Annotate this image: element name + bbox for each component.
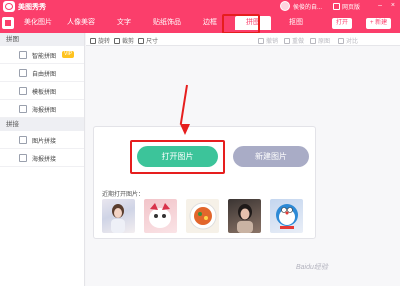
redo-icon [284, 37, 290, 44]
sidebar-item-label: 海报拼图 [32, 108, 57, 114]
open-image-button[interactable]: 打开图片 [137, 146, 218, 167]
open-button[interactable]: 打开 [332, 18, 353, 29]
compare-label: 对比 [346, 39, 359, 45]
pet-photo-icon [149, 203, 171, 228]
rotate-label: 旋转 [98, 39, 111, 45]
recent-thumbnail[interactable] [144, 199, 177, 233]
recent-thumbnail[interactable] [102, 199, 135, 233]
template-collage-icon [19, 87, 27, 95]
app-logo [3, 1, 15, 12]
web-version-link[interactable]: 网页版 [332, 2, 360, 11]
sidebar-item-poster-collage[interactable]: 海报拼图 [0, 100, 84, 118]
user-account[interactable]: 侯俊的自... [279, 1, 322, 11]
new-button[interactable]: + 新建 [366, 18, 392, 29]
tab-portrait[interactable]: 人像美容 [63, 16, 99, 30]
sidebar-item-image-stitch[interactable]: 图片拼接 [0, 131, 84, 149]
girl-photo-icon [111, 204, 125, 233]
tab-text[interactable]: 文字 [106, 16, 142, 30]
size-icon [138, 37, 144, 44]
recent-images-label: 近期打开图片： [102, 192, 145, 198]
sidebar-item-label: 海报拼接 [32, 157, 57, 163]
home-icon[interactable] [2, 17, 14, 29]
sidebar-section-stitch: 拼接 [0, 118, 84, 131]
avatar [279, 1, 290, 11]
original-tool[interactable]: 原图 [310, 36, 330, 45]
watermark: Baidu经验 [296, 264, 328, 271]
undo-tool[interactable]: 撤销 [258, 36, 278, 45]
nav-tabs: 美化图片 人像美容 文字 贴纸饰品 边框 拼图 抠图 [20, 16, 321, 30]
food-photo-icon [189, 202, 217, 230]
sidebar-item-template-collage[interactable]: 模板拼图 [0, 82, 84, 100]
redo-tool[interactable]: 重做 [284, 36, 304, 45]
portrait-photo-icon [237, 204, 253, 233]
sidebar-item-label: 图片拼接 [32, 139, 57, 145]
free-collage-icon [19, 69, 27, 77]
vip-badge: VIP [62, 51, 75, 58]
tab-collage[interactable]: 拼图 [235, 16, 271, 30]
recent-thumbnail[interactable] [228, 199, 261, 233]
tab-beautify[interactable]: 美化图片 [20, 16, 56, 30]
poster-collage-icon [19, 105, 27, 113]
app-title: 美图秀秀 [18, 4, 46, 11]
sidebar-item-poster-stitch[interactable]: 海报拼接 [0, 149, 84, 167]
smart-collage-icon [19, 51, 27, 59]
size-tool[interactable]: 尺寸 [138, 36, 158, 45]
sidebar-item-label: 自由拼图 [32, 72, 57, 78]
main-nav: 美化图片 人像美容 文字 贴纸饰品 边框 拼图 抠图 打开 + 新建 [0, 13, 400, 33]
crop-label: 裁剪 [122, 39, 135, 45]
minimize-button[interactable]: – [378, 2, 382, 10]
sidebar-item-label: 智能拼图 [32, 54, 57, 60]
rotate-icon [90, 37, 96, 44]
crop-icon [114, 37, 120, 44]
tab-border[interactable]: 边框 [192, 16, 228, 30]
size-label: 尺寸 [146, 39, 159, 45]
doraemon-photo-icon [276, 204, 298, 229]
sidebar-item-free-collage[interactable]: 自由拼图 [0, 64, 84, 82]
compare-tool[interactable]: 对比 [338, 36, 358, 45]
sidebar-item-smart-collage[interactable]: 智能拼图 VIP [0, 46, 84, 64]
edit-toolbar: 旋转 裁剪 尺寸 撤销 重做 原图 对比 [86, 33, 400, 46]
new-image-button[interactable]: 新建图片 [233, 146, 309, 167]
monitor-icon [332, 3, 340, 10]
poster-stitch-icon [19, 154, 27, 162]
username: 侯俊的自... [292, 4, 322, 11]
tab-stickers[interactable]: 贴纸饰品 [149, 16, 185, 30]
tab-cutout[interactable]: 抠图 [278, 16, 314, 30]
original-icon [310, 37, 316, 44]
close-button[interactable]: × [391, 2, 395, 10]
original-label: 原图 [318, 39, 331, 45]
compare-icon [338, 37, 344, 44]
annotation-arrow-head [180, 124, 190, 135]
recent-thumbnail[interactable] [186, 199, 219, 233]
rotate-tool[interactable]: 旋转 [90, 36, 110, 45]
sidebar: 拼图 智能拼图 VIP 自由拼图 模板拼图 海报拼图 拼接 图片拼接 海报拼接 [0, 33, 85, 286]
recent-thumbnail[interactable] [270, 199, 303, 233]
crop-tool[interactable]: 裁剪 [114, 36, 134, 45]
sidebar-item-label: 模板拼图 [32, 90, 57, 96]
redo-label: 重做 [292, 39, 305, 45]
web-version-label: 网页版 [341, 5, 360, 11]
title-bar: 美图秀秀 侯俊的自... 网页版 – × [0, 0, 400, 13]
image-stitch-icon [19, 136, 27, 144]
sidebar-section-collage: 拼图 [0, 33, 84, 46]
undo-icon [258, 37, 264, 44]
undo-label: 撤销 [266, 39, 279, 45]
